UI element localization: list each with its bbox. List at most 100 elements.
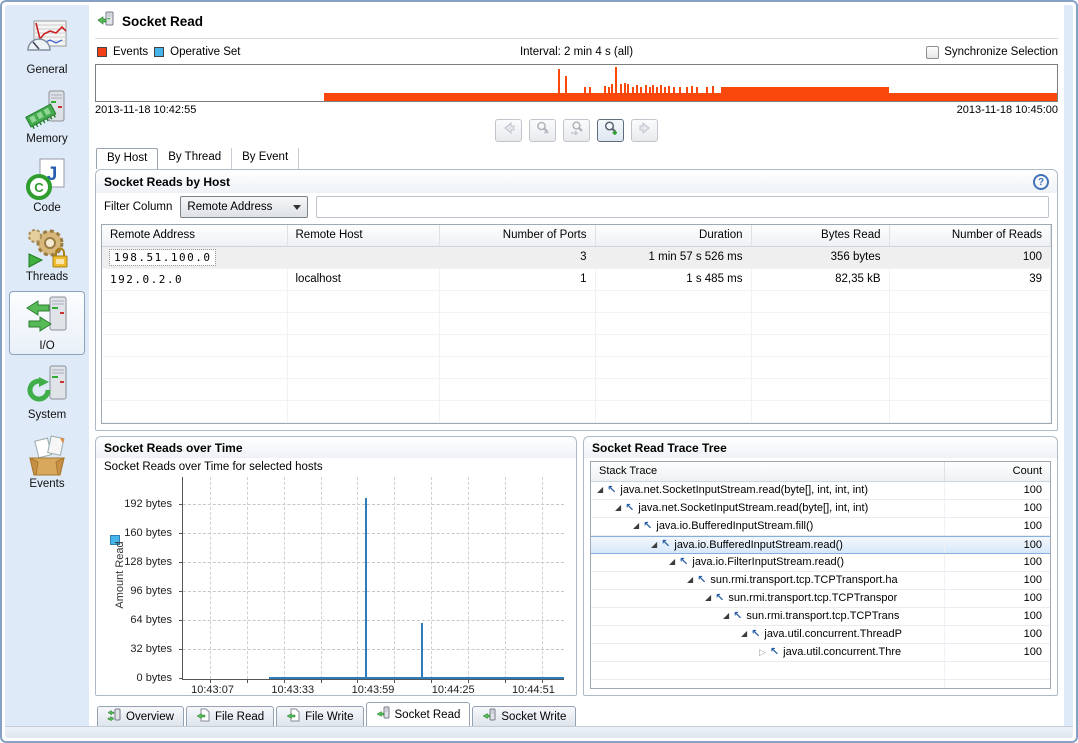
bottom-tab-overview[interactable]: Overview [97,706,184,727]
tab-by-host[interactable]: By Host [96,148,158,169]
y-tick-mark [179,591,183,592]
col-remote-address[interactable]: Remote Address [102,225,287,246]
col-number-of-ports[interactable]: Number of Ports [439,225,595,246]
synchronize-selection-checkbox[interactable] [926,46,939,59]
y-tick-mark [179,533,183,534]
tree-row[interactable]: ◢↖java.io.BufferedInputStream.read()100 [591,536,1050,554]
tree-row[interactable]: ◢↖java.util.concurrent.ThreadP100 [591,626,1050,644]
bytes-read-cell: 82,35 kB [751,268,889,290]
timeline-nav [95,119,1058,142]
timeline-event-bar [679,87,681,101]
expanded-twistie-icon[interactable]: ◢ [669,558,675,566]
y-axis-tick-label: 96 bytes [130,585,172,597]
expanded-twistie-icon[interactable]: ◢ [687,576,693,584]
overview-icon [107,708,121,725]
forward-button[interactable] [631,119,658,142]
window-frame: General Memory [5,5,1073,726]
host-section-header: Socket Reads by Host ? [96,170,1057,193]
stack-frame-label: java.net.SocketInputStream.read(byte[], … [620,484,868,496]
filter-column-dropdown[interactable]: Remote Address [180,196,308,218]
table-row[interactable]: 198.51.100.0 3 1 min 57 s 526 ms 356 byt… [102,246,1051,268]
timeline-event-bar [620,84,622,101]
sidebar-item-events[interactable]: Events [9,429,85,493]
series-spike [365,498,367,679]
sidebar-item-threads[interactable]: Threads [9,222,85,286]
zoom-in-button[interactable] [597,119,624,142]
trace-tree-columns: Stack Trace Count [591,462,1050,482]
col-stack-trace[interactable]: Stack Trace [591,465,944,477]
timeline-event-bar [615,67,617,101]
magnifier-reset-icon [569,120,585,141]
chart-v-gridline [505,477,506,679]
chart-h-gridline [183,533,564,534]
timeline-event-bar [558,69,560,101]
zoom-reset-button[interactable] [563,119,590,142]
stack-frame-label: java.util.concurrent.ThreadP [764,628,902,640]
page-header: Socket Read [95,5,1058,39]
tab-by-thread[interactable]: By Thread [158,148,232,169]
stack-frame-icon: ↖ [643,521,652,532]
expanded-twistie-icon[interactable]: ◢ [615,504,621,512]
sidebar-item-system[interactable]: System [9,360,85,424]
table-row[interactable]: 192.0.2.0 localhost 1 1 s 485 ms 82,35 k… [102,268,1051,290]
stack-frame-icon: ↖ [770,647,779,658]
host-table: Remote Address Remote Host Number of Por… [101,224,1052,424]
table-empty-row [102,312,1051,334]
host-table-header-row[interactable]: Remote Address Remote Host Number of Por… [102,225,1051,246]
x-axis-tick-label: 10:43:59 [352,684,395,696]
bottom-tab-file-write[interactable]: File Write [276,706,363,727]
expanded-twistie-icon[interactable]: ◢ [651,541,657,549]
sidebar-item-code[interactable]: J C Code [9,153,85,217]
chart-h-gridline [183,649,564,650]
y-axis-tick-label: 32 bytes [130,643,172,655]
timeline-strip[interactable] [95,64,1058,102]
bottom-tab-socket-write[interactable]: Socket Write [472,706,576,727]
tree-row[interactable]: ▷↖java.util.concurrent.Thre100 [591,644,1050,662]
col-count[interactable]: Count [944,462,1050,481]
bottom-tab-file-read[interactable]: File Read [186,706,274,727]
ports-cell: 1 [439,268,595,290]
bottom-tab-socket-read[interactable]: Socket Read [366,702,471,727]
trace-tree-title: Socket Read Trace Tree [592,441,727,455]
timeline-event-bar [649,87,651,101]
expanded-twistie-icon[interactable]: ◢ [741,630,747,638]
file-read-icon [196,708,210,725]
col-duration[interactable]: Duration [595,225,751,246]
tree-row[interactable]: ◢↖sun.rmi.transport.tcp.TCPTranspor100 [591,590,1050,608]
tree-row[interactable]: ◢↖sun.rmi.transport.tcp.TCPTransport.ha1… [591,572,1050,590]
sidebar-item-io[interactable]: I/O [9,291,85,355]
time-chart[interactable]: Amount Read 192 bytes160 bytes128 bytes9… [96,473,576,695]
help-icon[interactable]: ? [1033,174,1049,190]
timeline-start-time: 2013-11-18 10:42:55 [95,104,196,116]
stack-frame-icon: ↖ [715,593,724,604]
tab-by-event[interactable]: By Event [232,148,299,169]
tree-row[interactable]: ◢↖java.io.BufferedInputStream.fill()100 [591,518,1050,536]
stack-frame-icon: ↖ [607,485,616,496]
y-tick-mark [179,678,183,679]
zoom-out-button[interactable] [529,119,556,142]
sidebar-item-general[interactable]: General [9,15,85,79]
expanded-twistie-icon[interactable]: ◢ [633,522,639,530]
col-bytes-read[interactable]: Bytes Read [751,225,889,246]
time-chart-plot[interactable] [182,477,564,680]
collapsed-twistie-icon[interactable]: ▷ [759,648,766,657]
tree-row[interactable]: ◢↖java.io.FilterInputStream.read()100 [591,554,1050,572]
reads-cell: 39 [889,268,1051,290]
expanded-twistie-icon[interactable]: ◢ [705,594,711,602]
back-button[interactable] [495,119,522,142]
col-number-of-reads[interactable]: Number of Reads [889,225,1051,246]
tree-row[interactable]: ◢ ↖ java.net.SocketInputStream.read(byte[]… [591,482,1050,500]
tree-row[interactable]: ◢↖java.net.SocketInputStream.read(byte[]… [591,500,1050,518]
x-axis-tick-label: 10:43:33 [271,684,314,696]
tree-row[interactable]: ◢↖sun.rmi.transport.tcp.TCPTrans100 [591,608,1050,626]
sidebar-item-memory[interactable]: Memory [9,84,85,148]
filter-column-value: Remote Address [187,201,272,213]
expanded-twistie-icon[interactable]: ◢ [723,612,729,620]
filter-text-input[interactable] [316,196,1049,218]
bytes-read-cell: 356 bytes [751,246,889,268]
remote-address-cell: 192.0.2.0 [102,268,287,290]
expanded-twistie-icon[interactable]: ◢ [597,486,603,494]
y-axis-tick-label: 128 bytes [124,556,172,568]
col-remote-host[interactable]: Remote Host [287,225,439,246]
timeline-event-bar [632,87,634,101]
